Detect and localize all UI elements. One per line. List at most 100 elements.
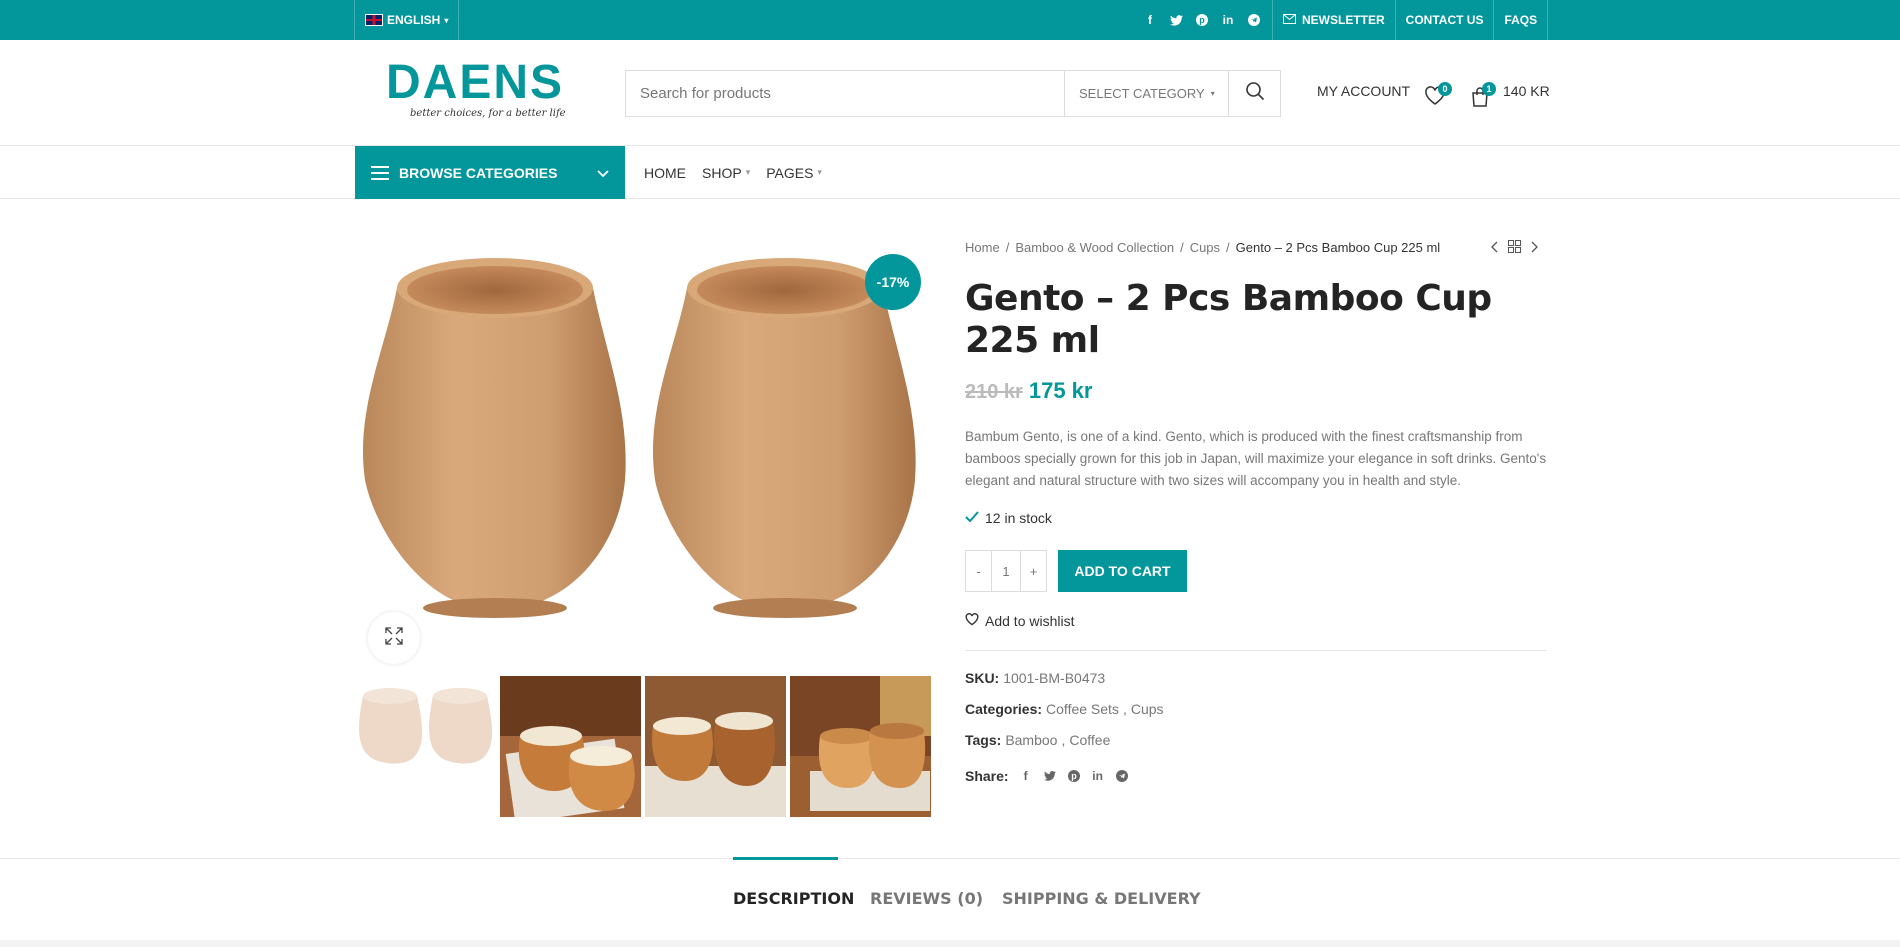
thumbnail-1[interactable] <box>355 676 496 817</box>
heart-icon <box>965 613 979 629</box>
stock-label: 12 in stock <box>985 510 1052 526</box>
facebook-icon[interactable]: f <box>1019 769 1033 783</box>
nav-item-label: SHOP <box>702 164 742 181</box>
breadcrumb-collection[interactable]: Bamboo & Wood Collection <box>1015 240 1174 255</box>
contact-us-label: CONTACT US <box>1405 13 1484 27</box>
breadcrumb-separator: / <box>1180 240 1184 255</box>
tab-description[interactable]: DESCRIPTION <box>733 889 854 908</box>
nav-item-label: PAGES <box>766 164 814 181</box>
chevron-down-icon: ▾ <box>817 167 822 177</box>
hamburger-icon <box>371 165 389 180</box>
breadcrumb-current: Gento – 2 Pcs Bamboo Cup 225 ml <box>1235 240 1441 255</box>
faqs-link[interactable]: FAQS <box>1493 0 1549 40</box>
browse-categories-label: BROWSE CATEGORIES <box>399 164 558 181</box>
thumbnail-3[interactable] <box>645 676 786 817</box>
faqs-label: FAQS <box>1504 13 1538 27</box>
quantity-input[interactable]: 1 <box>991 551 1021 591</box>
tag-link[interactable]: Bamboo <box>1005 732 1057 748</box>
newsletter-link[interactable]: NEWSLETTER <box>1272 0 1395 40</box>
top-bar: ENGLISH ▾ f p in NEWSLETTER CONTACT US F… <box>0 0 1900 40</box>
tab-reviews[interactable]: REVIEWS (0) <box>870 889 983 908</box>
language-selector[interactable]: ENGLISH ▾ <box>354 0 460 40</box>
enlarge-image-button[interactable] <box>368 612 420 664</box>
sku-label: SKU: <box>965 670 1000 686</box>
nav-item-shop[interactable]: SHOP ▾ <box>702 165 750 181</box>
nav-item-label: HOME <box>644 164 686 181</box>
wishlist-button[interactable]: 0 <box>1422 82 1452 108</box>
site-logo[interactable]: DAENS better choices, for a better life <box>386 58 576 124</box>
search-icon <box>1245 81 1265 106</box>
breadcrumb-separator: / <box>1005 240 1010 255</box>
tab-shipping-delivery[interactable]: SHIPPING & DELIVERY <box>1002 889 1201 908</box>
linkedin-icon[interactable]: in <box>1091 769 1105 783</box>
page-bottom-strip <box>0 940 1900 947</box>
cart-button[interactable]: 1 <box>1468 82 1496 108</box>
cup-left-shape <box>362 258 626 618</box>
wishlist-count-badge: 0 <box>1438 82 1452 96</box>
search-button[interactable] <box>1228 71 1280 116</box>
category-link[interactable]: Coffee Sets <box>1046 701 1119 717</box>
tags-row: Tags: Bamboo, Coffee <box>965 732 1110 748</box>
chevron-left-icon[interactable] <box>1490 240 1498 256</box>
chevron-down-icon <box>597 165 609 181</box>
browse-categories-button[interactable]: BROWSE CATEGORIES <box>355 146 625 199</box>
breadcrumb-home[interactable]: Home <box>965 240 1000 255</box>
pinterest-icon[interactable]: p <box>1194 12 1210 28</box>
category-link[interactable]: Cups <box>1131 701 1164 717</box>
thumbnail-4[interactable] <box>790 676 931 817</box>
sku-row: SKU: 1001-BM-B0473 <box>965 670 1105 686</box>
product-navigation <box>1490 240 1539 256</box>
svg-text:p: p <box>1199 15 1205 25</box>
grid-icon[interactable] <box>1508 240 1521 256</box>
breadcrumb-separator: / <box>1226 240 1230 255</box>
facebook-icon[interactable]: f <box>1142 12 1158 28</box>
twitter-icon[interactable] <box>1168 12 1184 28</box>
product-thumbnails <box>355 676 931 817</box>
logo-slogan: better choices, for a better life <box>410 108 566 119</box>
chevron-right-icon[interactable] <box>1531 240 1539 256</box>
category-select[interactable]: SELECT CATEGORY ▾ <box>1064 71 1228 116</box>
twitter-icon[interactable] <box>1043 769 1057 783</box>
nav-item-home[interactable]: HOME <box>644 165 686 181</box>
check-icon <box>965 510 979 526</box>
cart-count-badge: 1 <box>1482 82 1496 96</box>
breadcrumb-cups[interactable]: Cups <box>1190 240 1220 255</box>
divider <box>965 650 1547 651</box>
share-row: Share: f p in <box>965 768 1129 784</box>
tag-link[interactable]: Coffee <box>1069 732 1110 748</box>
uk-flag-icon <box>365 14 383 26</box>
nav-menu: HOME SHOP ▾ PAGES ▾ <box>644 146 822 199</box>
share-label: Share: <box>965 768 1009 784</box>
main-navigation: BROWSE CATEGORIES HOME SHOP ▾ PAGES ▾ <box>0 146 1900 199</box>
contact-us-link[interactable]: CONTACT US <box>1394 0 1494 40</box>
linkedin-icon[interactable]: in <box>1220 12 1236 28</box>
product-main-image[interactable] <box>355 230 935 670</box>
chevron-down-icon: ▾ <box>745 167 751 177</box>
quantity-increase-button[interactable]: + <box>1021 551 1046 591</box>
newsletter-label: NEWSLETTER <box>1302 13 1385 27</box>
site-header: DAENS better choices, for a better life … <box>0 40 1900 146</box>
product-title: Gento – 2 Pcs Bamboo Cup 225 ml <box>965 278 1492 361</box>
search-input[interactable]: Search for products <box>626 71 1064 116</box>
product-tabs: DESCRIPTION REVIEWS (0) SHIPPING & DELIV… <box>0 857 1900 947</box>
quantity-decrease-button[interactable]: - <box>966 551 991 591</box>
cart-total[interactable]: 140 KR <box>1503 83 1550 99</box>
categories-row: Categories: Coffee Sets, Cups <box>965 701 1164 717</box>
my-account-link[interactable]: MY ACCOUNT <box>1317 83 1410 99</box>
thumbnail-2[interactable] <box>500 676 641 817</box>
social-links: f p in <box>1142 0 1262 40</box>
short-description: Bambum Gento, is one of a kind. Gento, w… <box>965 429 1547 488</box>
telegram-icon[interactable] <box>1246 12 1262 28</box>
pinterest-icon[interactable]: p <box>1067 769 1081 783</box>
breadcrumb: Home / Bamboo & Wood Collection / Cups / Ge… <box>965 240 1440 255</box>
nav-item-pages[interactable]: PAGES ▾ <box>766 165 822 181</box>
list-separator: , <box>1061 732 1066 748</box>
list-separator: , <box>1122 701 1127 717</box>
add-to-wishlist-link[interactable]: Add to wishlist <box>965 613 1074 629</box>
sku-value: 1001-BM-B0473 <box>1003 670 1106 686</box>
add-to-cart-button[interactable]: ADD TO CART <box>1058 550 1187 592</box>
sale-badge: -17% <box>865 254 921 310</box>
category-select-label: SELECT CATEGORY <box>1079 86 1205 101</box>
search-bar: Search for products SELECT CATEGORY ▾ <box>625 70 1281 117</box>
telegram-icon[interactable] <box>1115 769 1129 783</box>
